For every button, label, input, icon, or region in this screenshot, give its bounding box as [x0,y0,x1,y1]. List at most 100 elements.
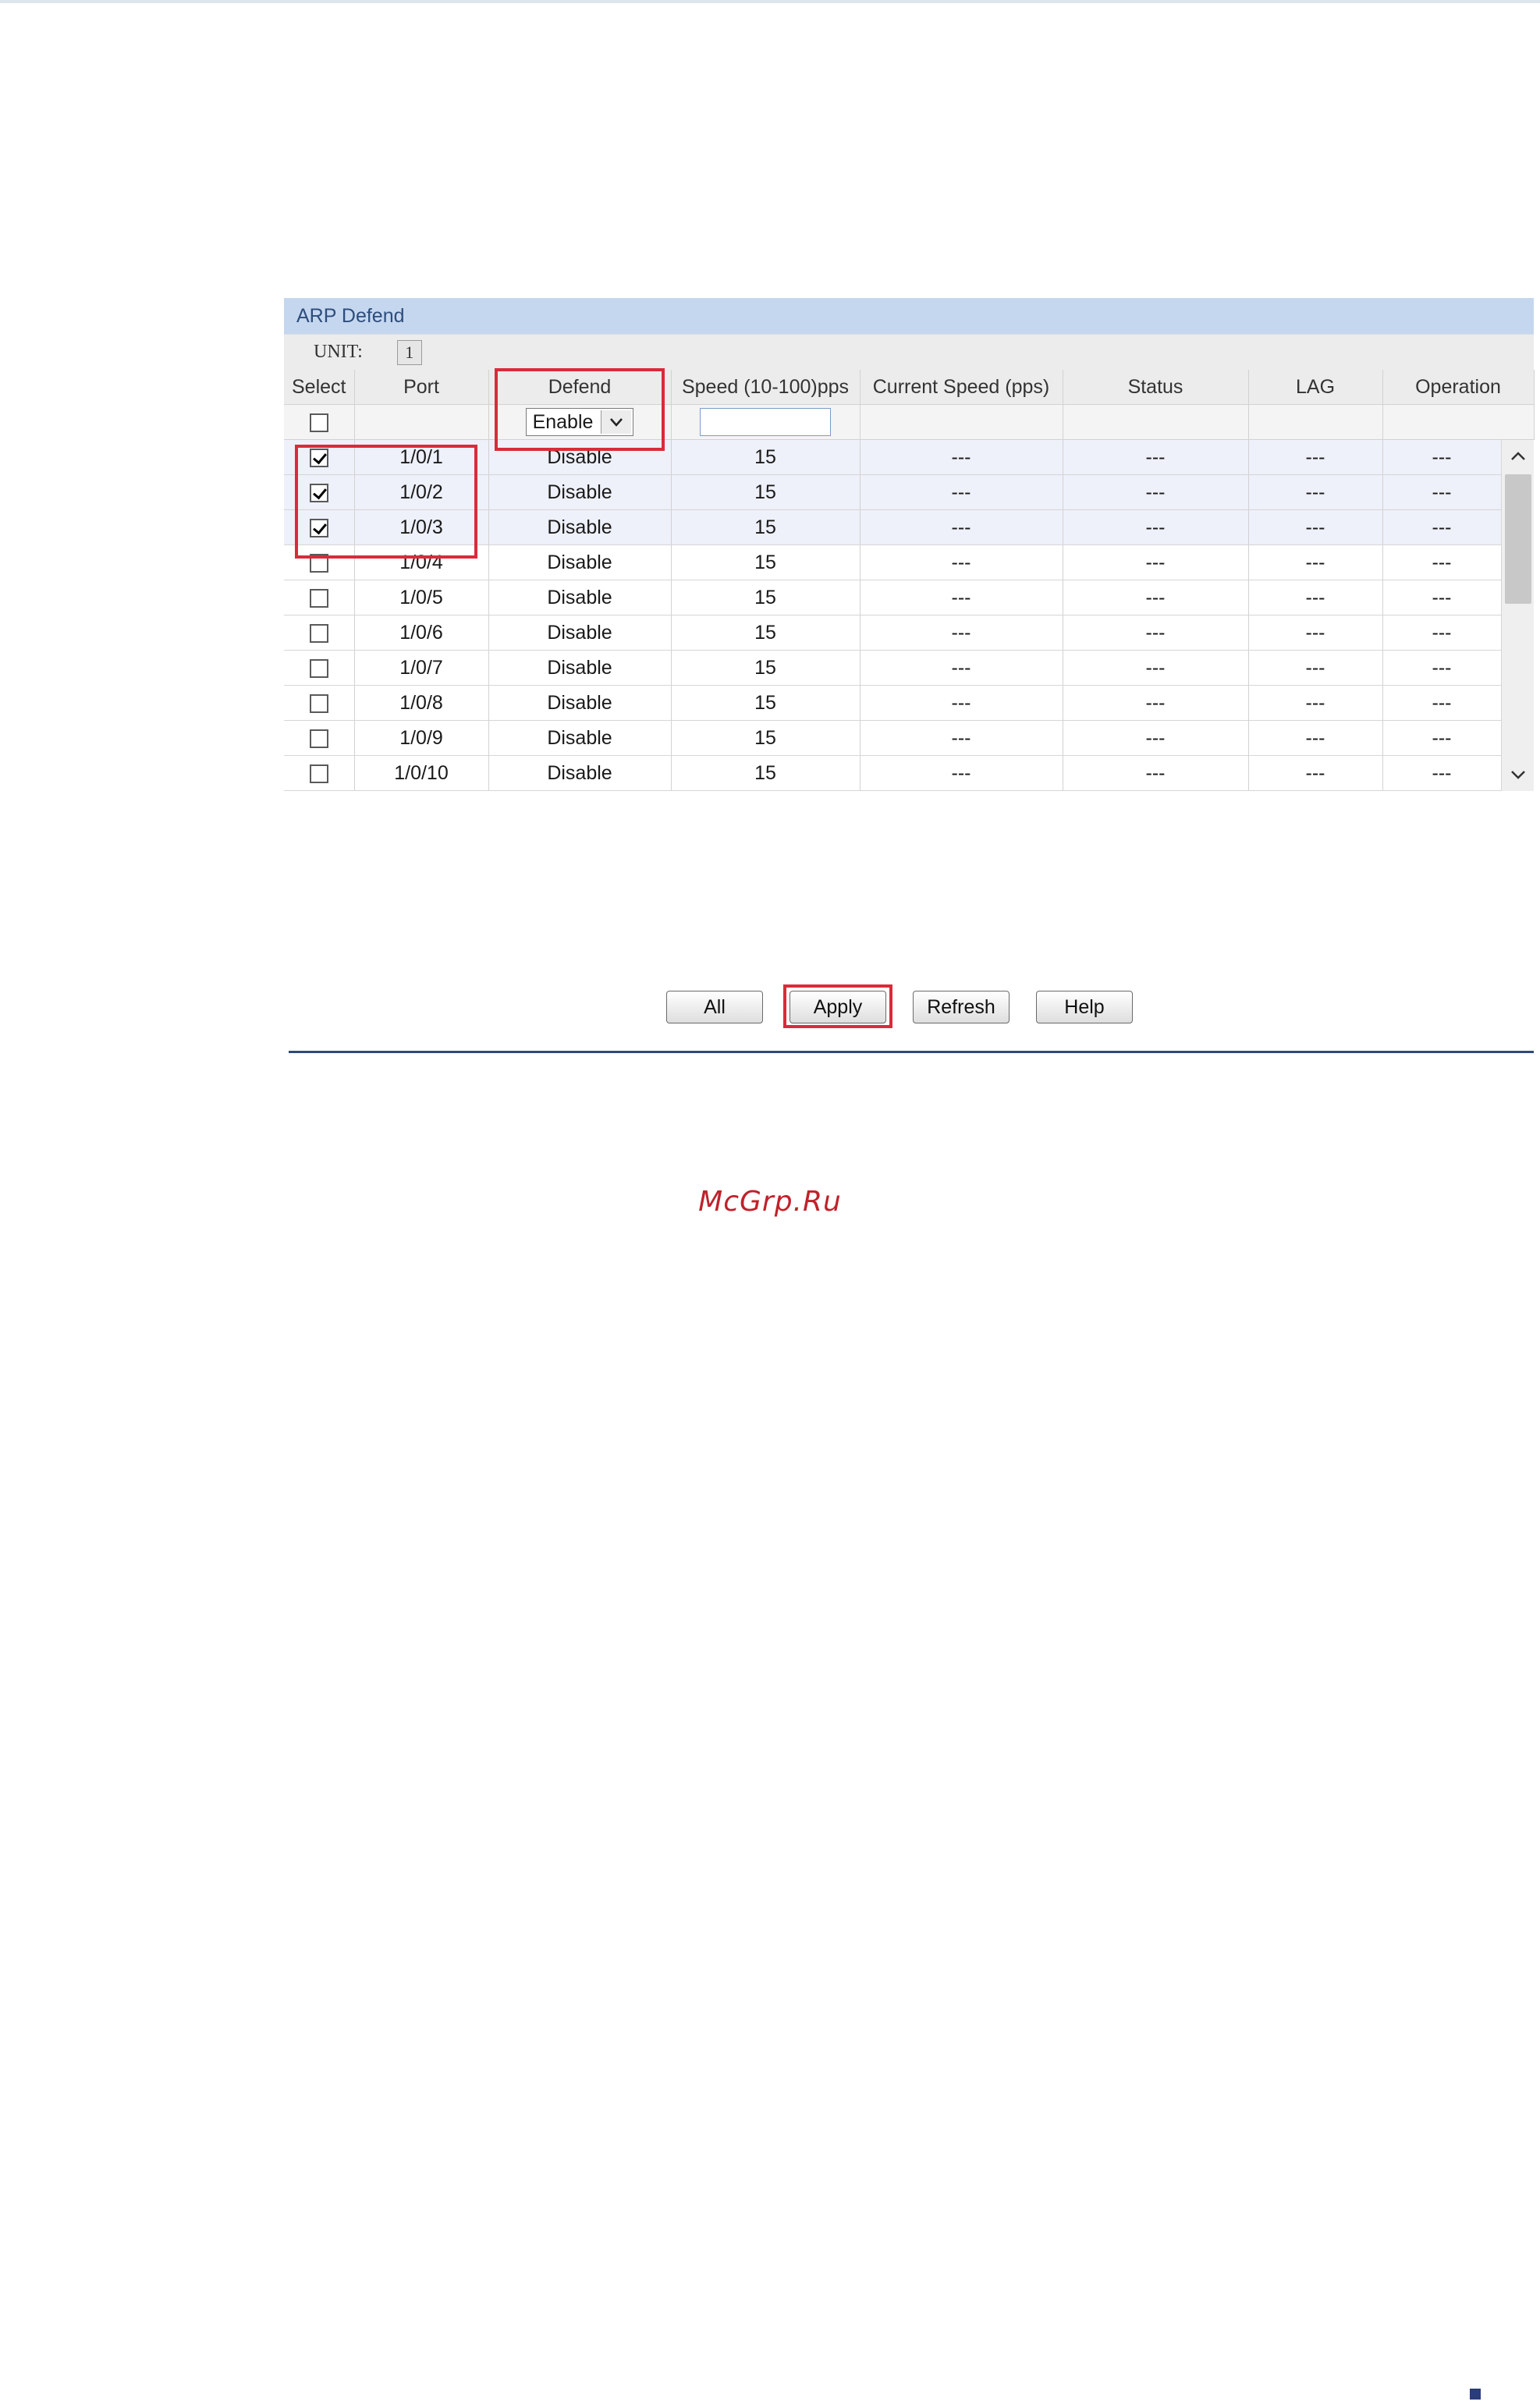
defend-cell: Disable [488,544,672,580]
lag-cell: --- [1248,440,1383,475]
port-cell: 1/0/7 [354,650,489,686]
vertical-scrollbar[interactable] [1501,440,1534,791]
watermark: McGrp.Ru [698,1186,842,1218]
row-select-checkbox[interactable] [309,448,328,467]
column-header-speed: Speed (10-100)pps [671,370,860,405]
column-header-defend: Defend [488,370,672,405]
table-row[interactable]: 1/0/2 Disable 15 --- --- --- --- [284,474,1502,510]
row-select-checkbox[interactable] [309,729,328,748]
scrollbar-thumb[interactable] [1505,474,1531,604]
lag-cell: --- [1248,580,1383,615]
port-table: 1/0/1 Disable 15 --- --- --- --- 1/0/2 Disable 15… [284,440,1502,791]
speed-cell: 15 [671,474,860,510]
all-button[interactable]: All [666,991,763,1023]
row-select-checkbox[interactable] [309,764,328,783]
operation-cell: --- [1382,580,1502,615]
status-cell: --- [1063,685,1249,721]
speed-cell: 15 [671,755,860,791]
table-row[interactable]: 1/0/3 Disable 15 --- --- --- --- [284,509,1502,545]
table-row[interactable]: 1/0/5 Disable 15 --- --- --- --- [284,580,1502,615]
select-all-checkbox[interactable] [309,413,328,432]
column-header-current-speed: Current Speed (pps) [860,370,1063,405]
port-cell: 1/0/4 [354,544,489,580]
speed-cell: 15 [671,790,860,791]
help-button[interactable]: Help [1036,991,1133,1023]
row-select-checkbox[interactable] [309,518,328,537]
status-cell: --- [1063,615,1249,651]
column-header-operation: Operation [1382,370,1535,405]
port-list-scroll-area[interactable]: 1/0/1 Disable 15 --- --- --- --- 1/0/2 Disable 15… [284,440,1534,791]
operation-cell: --- [1382,544,1502,580]
speed-cell: 15 [671,509,860,545]
defend-select-value: Enable [532,410,594,433]
current-speed-cell: --- [860,474,1063,510]
table-row[interactable]: 1/0/1 Disable 15 --- --- --- --- [284,440,1502,475]
table-row[interactable]: 1/0/10 Disable 15 --- --- --- --- [284,755,1502,791]
defend-cell: Disable [488,790,672,791]
table-row[interactable]: 1/0/9 Disable 15 --- --- --- --- [284,720,1502,756]
page-corner-mark [1470,2389,1481,2400]
table-row[interactable]: 1/0/7 Disable 15 --- --- --- --- [284,650,1502,686]
port-cell: 1/0/2 [354,474,489,510]
apply-button[interactable]: Apply [790,991,886,1023]
lag-cell: --- [1248,474,1383,510]
scroll-up-icon[interactable] [1502,440,1534,473]
port-cell: 1/0/10 [354,755,489,791]
unit-row: UNIT: 1 [284,334,1534,370]
operation-cell: --- [1382,615,1502,651]
operation-cell: --- [1382,755,1502,791]
status-cell: --- [1063,720,1249,756]
status-cell: --- [1063,580,1249,615]
operation-cell: --- [1382,790,1502,791]
action-bar: All Apply Refresh Help [284,984,1534,1025]
unit-selector[interactable]: 1 [396,339,422,365]
table-row[interactable]: 1/0/8 Disable 15 --- --- --- --- [284,685,1502,721]
scroll-down-icon[interactable] [1502,758,1534,791]
current-speed-cell: --- [860,790,1063,791]
speed-cell: 15 [671,650,860,686]
row-select-checkbox[interactable] [309,483,328,502]
lag-cell: --- [1248,720,1383,756]
lag-cell: --- [1248,615,1383,651]
current-speed-cell: --- [860,720,1063,756]
column-header-table: Select Port Defend Speed (10-100)pps Cur… [284,370,1535,440]
speed-cell: 15 [671,685,860,721]
status-cell: --- [1063,790,1249,791]
speed-cell: 15 [671,544,860,580]
speed-input[interactable] [700,408,831,436]
row-select-checkbox[interactable] [309,588,328,608]
table-row[interactable]: 1/0/6 Disable 15 --- --- --- --- [284,615,1502,651]
row-select-checkbox[interactable] [309,553,328,573]
row-select-checkbox[interactable] [309,623,328,643]
current-speed-cell: --- [860,509,1063,545]
lag-cell: --- [1248,755,1383,791]
refresh-button[interactable]: Refresh [913,991,1010,1023]
status-cell: --- [1063,544,1249,580]
column-header-select: Select [284,370,355,405]
operation-cell: --- [1382,650,1502,686]
current-speed-cell: --- [860,440,1063,475]
row-select-checkbox[interactable] [309,693,328,713]
arp-defend-panel: ARP Defend UNIT: 1 Select Port Defend Sp… [284,298,1535,1028]
defend-select[interactable]: Enable [525,408,634,436]
status-cell: --- [1063,650,1249,686]
row-select-checkbox[interactable] [309,658,328,678]
current-speed-cell: --- [860,615,1063,651]
defend-cell: Disable [488,580,672,615]
batch-edit-row: Enable [284,404,1535,440]
lag-cell: --- [1248,509,1383,545]
lag-cell: --- [1248,650,1383,686]
table-row[interactable]: 1/0/4 Disable 15 --- --- --- --- [284,544,1502,580]
lag-cell: --- [1248,685,1383,721]
table-row[interactable]: 1/0/11Disable15------------ [284,790,1502,791]
defend-cell: Disable [488,685,672,721]
status-cell: --- [1063,440,1249,475]
section-divider [289,1051,1534,1053]
column-header-port: Port [354,370,489,405]
defend-cell: Disable [488,440,672,475]
defend-cell: Disable [488,615,672,651]
chevron-down-icon [601,410,632,434]
operation-cell: --- [1382,474,1502,510]
operation-cell: --- [1382,685,1502,721]
lag-cell: --- [1248,544,1383,580]
